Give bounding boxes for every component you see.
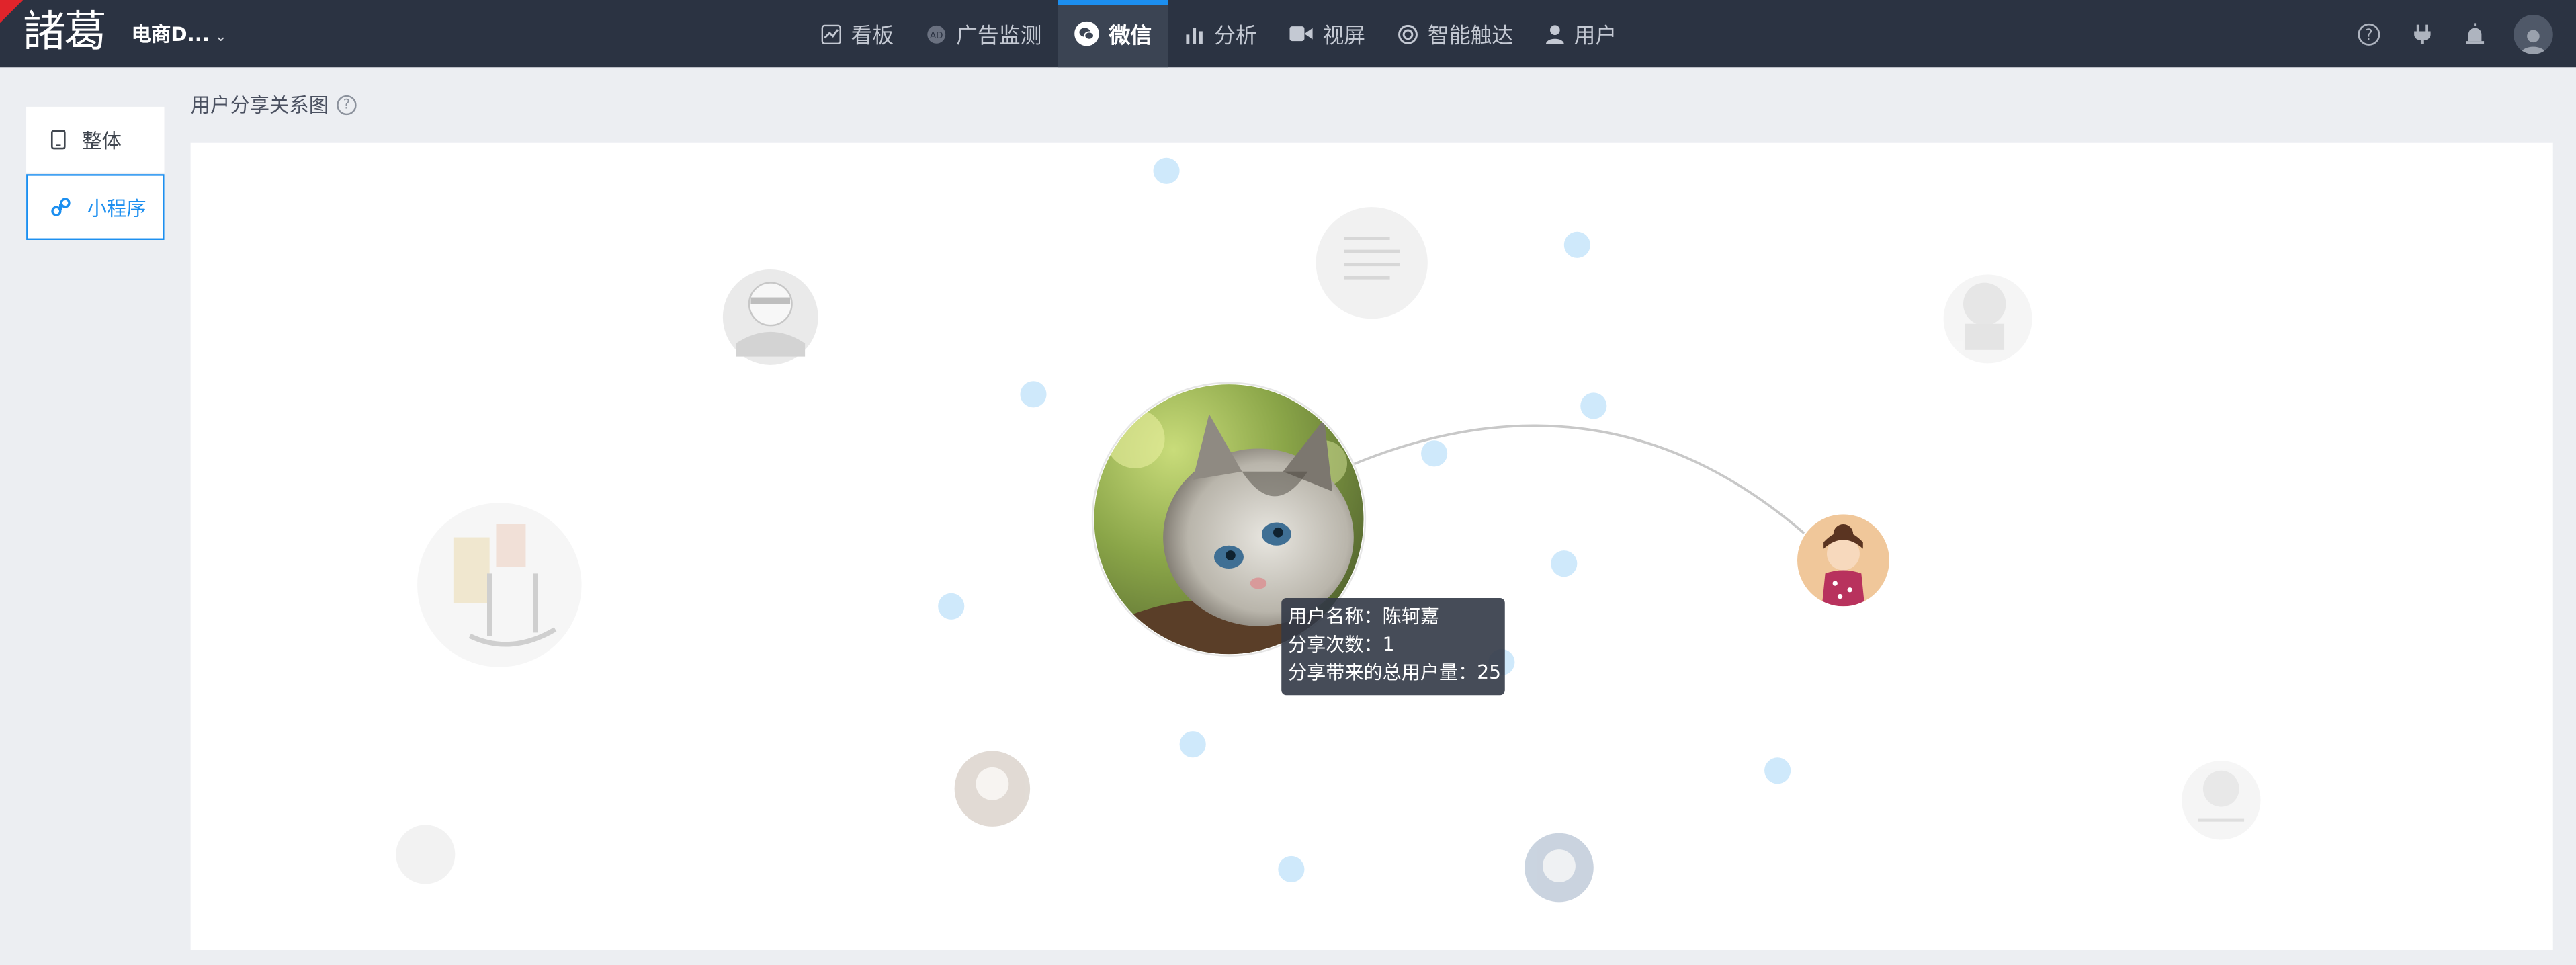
graph-edge bbox=[1343, 424, 1810, 538]
sidebar-item-label: 小程序 bbox=[87, 196, 146, 220]
tooltip-total-users: 分享带来的总用户量：25 bbox=[1288, 660, 1501, 684]
graph-node bbox=[1580, 392, 1607, 419]
main-nav: 看板 AD 广告监测 微信 分析 视屏 智能触达 用户 bbox=[805, 0, 1633, 68]
avatar-node-blue-portrait bbox=[1525, 833, 1594, 903]
graph-node bbox=[1551, 550, 1578, 577]
alarm-icon[interactable] bbox=[2448, 23, 2500, 44]
video-camera-icon bbox=[1289, 25, 1313, 43]
sidebar-item-label: 整体 bbox=[82, 128, 122, 153]
ad-icon: AD bbox=[927, 24, 946, 43]
nav-tab-label: 微信 bbox=[1109, 24, 1152, 50]
help-icon[interactable]: ? bbox=[337, 94, 357, 114]
graph-node bbox=[1563, 231, 1590, 258]
sidebar-item-mini-program[interactable]: 小程序 bbox=[26, 174, 165, 240]
graph-node bbox=[1764, 757, 1791, 784]
nav-tab-label: 用户 bbox=[1574, 24, 1617, 50]
sub-sidebar: 整体 小程序 bbox=[26, 106, 165, 240]
header-tools: ? bbox=[2343, 0, 2553, 67]
brand-logo[interactable]: 諸葛 bbox=[23, 7, 107, 59]
chart-board-icon bbox=[821, 24, 841, 44]
svg-text:?: ? bbox=[2365, 26, 2373, 43]
node-tooltip: 用户名称：陈轲嘉 分享次数：1 分享带来的总用户量：25 bbox=[1281, 598, 1505, 696]
nav-tab-smart-reach[interactable]: 智能触达 bbox=[1382, 0, 1530, 67]
nav-tab-label: 智能触达 bbox=[1428, 24, 1514, 50]
nav-tab-label: 分析 bbox=[1214, 24, 1257, 50]
avatar-node-rocking-chair bbox=[417, 503, 582, 667]
graph-node bbox=[1421, 440, 1448, 467]
avatar-node-monk bbox=[722, 269, 818, 365]
tooltip-share-count: 分享次数：1 bbox=[1288, 632, 1395, 656]
wechat-icon bbox=[1074, 21, 1099, 46]
graph-node bbox=[1020, 381, 1047, 408]
nav-tab-users[interactable]: 用户 bbox=[1530, 0, 1633, 67]
mobile-icon bbox=[50, 130, 66, 150]
page-title: 用户分享关系图 bbox=[190, 93, 329, 117]
nav-tab-video[interactable]: 视屏 bbox=[1273, 0, 1381, 67]
sidebar-item-overall[interactable]: 整体 bbox=[26, 106, 165, 173]
project-switcher[interactable]: 电商D... ⌄ bbox=[132, 19, 227, 52]
plugin-icon[interactable] bbox=[2395, 23, 2448, 45]
app-window: 諸葛 电商D... ⌄ 看板 AD 广告监测 微信 分析 视屏 智能触达 用户 … bbox=[0, 0, 2576, 965]
avatar-node-cartoon-girl bbox=[1943, 274, 2032, 364]
section-title: 用户分享关系图 ? bbox=[191, 90, 357, 118]
avatar-node-blank bbox=[396, 825, 456, 884]
graph-canvas bbox=[396, 157, 2261, 903]
project-name: 电商D... bbox=[131, 23, 210, 46]
account-avatar[interactable] bbox=[2514, 13, 2553, 54]
tooltip-user-name: 用户名称：陈轲嘉 bbox=[1288, 604, 1439, 628]
bar-chart-icon bbox=[1185, 24, 1204, 44]
corner-flag bbox=[0, 0, 24, 24]
chevron-down-icon: ⌄ bbox=[214, 30, 227, 46]
avatar-node-cartoon-text bbox=[2182, 761, 2261, 840]
connected-user-avatar[interactable] bbox=[1795, 512, 1891, 608]
graph-node bbox=[1179, 731, 1206, 758]
mini-program-icon bbox=[51, 197, 71, 216]
nav-tab-label: 看板 bbox=[851, 24, 894, 50]
graph-node bbox=[938, 593, 965, 620]
graph-node bbox=[1153, 157, 1180, 184]
nav-tab-label: 广告监测 bbox=[956, 24, 1042, 50]
svg-text:AD: AD bbox=[930, 30, 943, 40]
share-relationship-graph[interactable]: 用户名称：陈轲嘉 分享次数：1 分享带来的总用户量：25 bbox=[190, 142, 2553, 950]
nav-tab-wechat[interactable]: 微信 bbox=[1058, 0, 1168, 68]
nav-tab-analysis[interactable]: 分析 bbox=[1168, 0, 1274, 67]
top-nav-bar: 諸葛 电商D... ⌄ 看板 AD 广告监测 微信 分析 视屏 智能触达 用户 … bbox=[0, 0, 2576, 68]
nav-tab-label: 视屏 bbox=[1322, 24, 1366, 50]
nav-tab-ad-monitor[interactable]: AD 广告监测 bbox=[910, 0, 1058, 67]
avatar-node-brown-cup bbox=[954, 751, 1031, 827]
help-icon[interactable]: ? bbox=[2343, 22, 2395, 45]
avatar-node-text-card bbox=[1316, 207, 1428, 319]
nav-tab-dashboard[interactable]: 看板 bbox=[805, 0, 910, 67]
user-icon bbox=[1546, 24, 1565, 44]
graph-node bbox=[1278, 855, 1305, 883]
target-icon bbox=[1398, 24, 1418, 44]
